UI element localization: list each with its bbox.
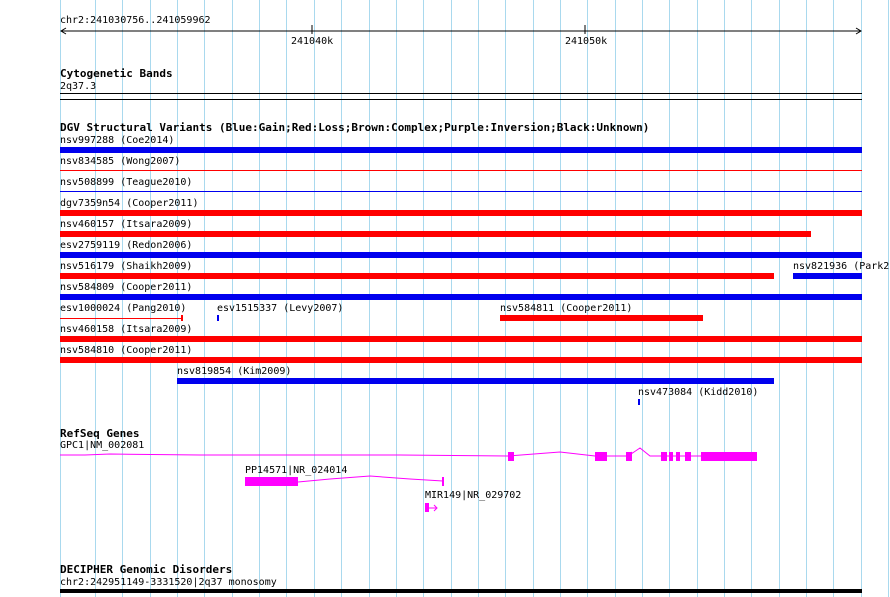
gene-exon	[701, 452, 757, 461]
gene-label[interactable]: MIR149|NR_029702	[425, 490, 521, 501]
gene-exon	[661, 452, 667, 461]
gene-exon	[425, 503, 429, 512]
track-title-decipher[interactable]: DECIPHER Genomic Disorders	[60, 564, 232, 576]
decipher-feature-label[interactable]: chr2:242951149-3331520|2q37 monosomy	[60, 577, 277, 588]
decipher-feature-bar[interactable]	[60, 589, 862, 593]
gene-exon	[685, 452, 691, 461]
gene-exon	[442, 477, 444, 486]
gene-exon	[508, 452, 514, 461]
gene-models[interactable]	[0, 0, 890, 597]
gene-exon	[245, 477, 298, 486]
gene-exon	[595, 452, 607, 461]
genome-browser-panel[interactable]: chr2:241030756..241059962 241040k 241050…	[0, 0, 890, 597]
gene-exon	[676, 452, 680, 461]
gene-exon	[626, 452, 632, 461]
gene-exon	[669, 452, 673, 461]
gene-label[interactable]: PP14571|NR_024014	[245, 465, 347, 476]
